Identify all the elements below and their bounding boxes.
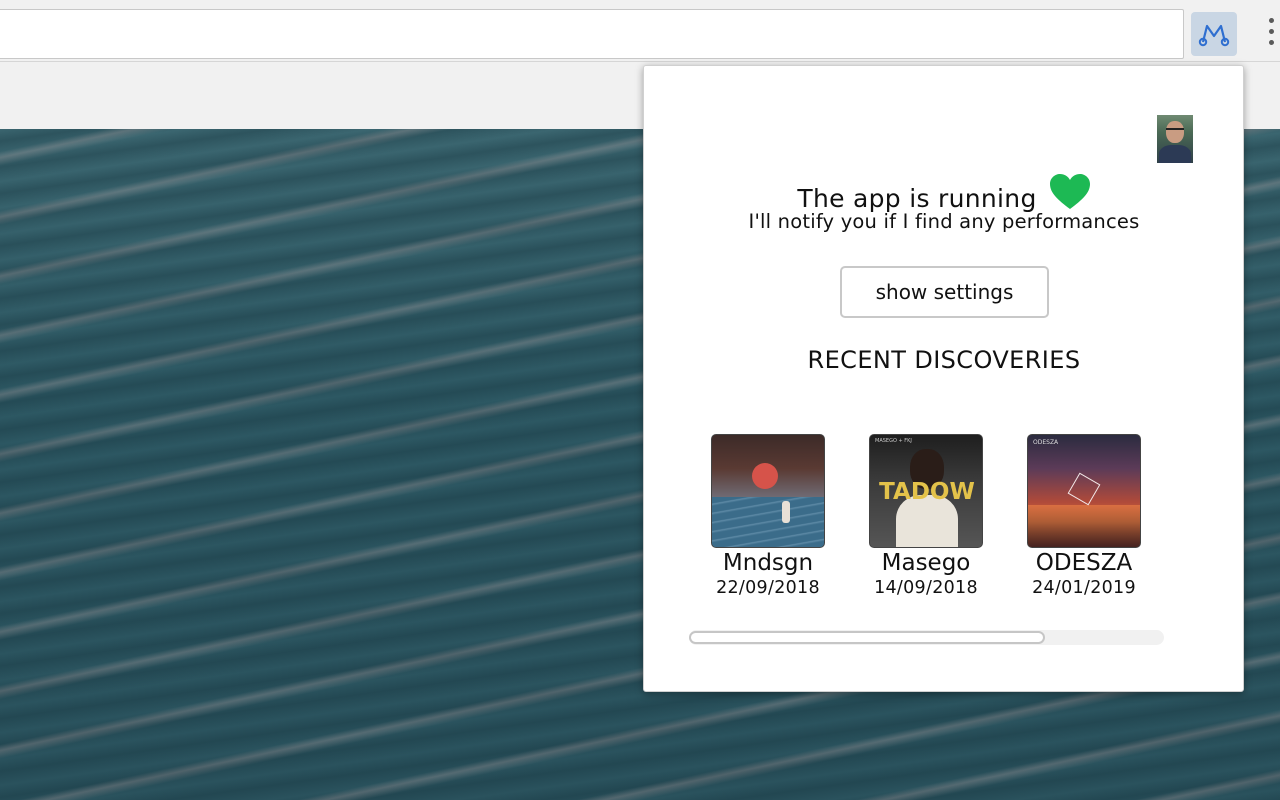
heart-icon (1049, 173, 1090, 209)
artist-name: Mndsgn (722, 550, 814, 576)
status-subtitle: I'll notify you if I find any performanc… (748, 210, 1140, 233)
status-title: The app is running (797, 184, 1037, 213)
discovery-card[interactable]: Mndsgn 22/09/2018 (693, 434, 843, 599)
extension-popup: The app is running I'll notify you if I … (643, 65, 1244, 692)
album-cover-image (711, 434, 825, 548)
artist-name: Masego (881, 550, 971, 576)
album-cover-image: ODESZA (1027, 434, 1141, 548)
discovery-date: 14/09/2018 (874, 578, 978, 598)
more-vertical-icon[interactable] (1262, 16, 1280, 52)
section-title: RECENT DISCOVERIES (807, 346, 1081, 374)
status-block: The app is running I'll notify you if I … (644, 173, 1244, 233)
horizontal-scrollbar[interactable] (689, 630, 1164, 645)
discovery-card[interactable]: MASEGO + FKJ TADOW Masego 14/09/2018 (851, 434, 1001, 599)
cover-title-text: TADOW (879, 479, 975, 505)
show-settings-button[interactable]: show settings (840, 266, 1049, 318)
discovery-date: 22/09/2018 (716, 578, 820, 598)
discovery-date: 24/01/2019 (1032, 578, 1136, 598)
address-bar[interactable] (0, 9, 1184, 59)
browser-toolbar (0, 0, 1280, 62)
discovery-card[interactable]: ODESZA ODESZA 24/01/2019 (1009, 434, 1159, 599)
music-note-icon (1198, 24, 1230, 47)
scrollbar-thumb[interactable] (689, 631, 1046, 644)
discoveries-list: Mndsgn 22/09/2018 MASEGO + FKJ TADOW Mas… (644, 434, 1244, 604)
extension-button[interactable] (1191, 12, 1237, 56)
cover-small-text: ODESZA (1033, 439, 1059, 446)
cover-small-text: MASEGO + FKJ (875, 438, 912, 444)
album-cover-image: MASEGO + FKJ TADOW (869, 434, 983, 548)
artist-name: ODESZA (1035, 550, 1133, 576)
avatar[interactable] (1157, 115, 1193, 163)
